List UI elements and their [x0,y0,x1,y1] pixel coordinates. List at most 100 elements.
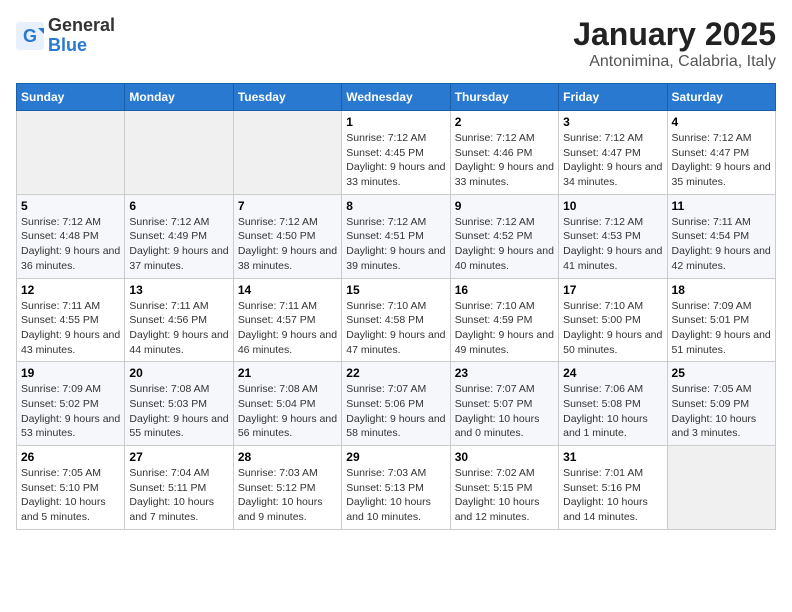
calendar-day-cell: 13 Sunrise: 7:11 AM Sunset: 4:56 PM Dayli… [125,278,233,362]
day-number: 29 [346,450,445,464]
day-info: Sunrise: 7:03 AM Sunset: 5:13 PM Dayligh… [346,466,445,525]
day-number: 5 [21,199,120,213]
day-info: Sunrise: 7:08 AM Sunset: 5:03 PM Dayligh… [129,382,228,441]
calendar-day-cell: 25Sunrise: 7:05 AM Sunset: 5:09 PM Dayli… [667,362,775,446]
day-number: 1 [346,115,445,129]
calendar-day-cell: 28 Sunrise: 7:03 AM Sunset: 5:12 PM Dayli… [233,446,341,530]
day-number: 13 [129,283,228,297]
day-number: 20 [129,366,228,380]
day-info: Sunrise: 7:01 AM Sunset: 5:16 PM Dayligh… [563,466,662,525]
day-number: 2 [455,115,554,129]
day-info: Sunrise: 7:12 AM Sunset: 4:47 PM Dayligh… [563,131,662,190]
calendar-day-cell: 31Sunrise: 7:01 AM Sunset: 5:16 PM Dayli… [559,446,667,530]
day-number: 28 [238,450,337,464]
day-info: Sunrise: 7:11 AM Sunset: 4:54 PM Dayligh… [672,215,771,274]
day-info: Sunrise: 7:10 AM Sunset: 4:58 PM Dayligh… [346,299,445,358]
day-number: 12 [21,283,120,297]
weekday-header-cell: Sunday [17,84,125,111]
day-number: 26 [21,450,120,464]
day-info: Sunrise: 7:02 AM Sunset: 5:15 PM Dayligh… [455,466,554,525]
day-number: 19 [21,366,120,380]
calendar-day-cell: 19Sunrise: 7:09 AM Sunset: 5:02 PM Dayli… [17,362,125,446]
logo-blue-text: Blue [48,35,87,55]
day-info: Sunrise: 7:11 AM Sunset: 4:56 PM Dayligh… [129,299,228,358]
weekday-header-cell: Monday [125,84,233,111]
weekday-header-cell: Friday [559,84,667,111]
day-number: 22 [346,366,445,380]
calendar-day-cell: 16Sunrise: 7:10 AM Sunset: 4:59 PM Dayli… [450,278,558,362]
month-title: January 2025 [573,16,776,53]
calendar-week-row: 5 Sunrise: 7:12 AM Sunset: 4:48 PM Daylig… [17,194,776,278]
day-info: Sunrise: 7:12 AM Sunset: 4:52 PM Dayligh… [455,215,554,274]
title-block: January 2025 Antonimina, Calabria, Italy [573,16,776,71]
calendar-week-row: 19Sunrise: 7:09 AM Sunset: 5:02 PM Dayli… [17,362,776,446]
day-number: 24 [563,366,662,380]
calendar-day-cell [667,446,775,530]
calendar-day-cell: 9 Sunrise: 7:12 AM Sunset: 4:52 PM Daylig… [450,194,558,278]
day-info: Sunrise: 7:12 AM Sunset: 4:49 PM Dayligh… [129,215,228,274]
day-info: Sunrise: 7:12 AM Sunset: 4:50 PM Dayligh… [238,215,337,274]
day-number: 15 [346,283,445,297]
logo-general-text: General [48,15,115,35]
calendar-day-cell: 18 Sunrise: 7:09 AM Sunset: 5:01 PM Dayli… [667,278,775,362]
day-info: Sunrise: 7:12 AM Sunset: 4:47 PM Dayligh… [672,131,771,190]
day-info: Sunrise: 7:05 AM Sunset: 5:10 PM Dayligh… [21,466,120,525]
calendar-week-row: 26 Sunrise: 7:05 AM Sunset: 5:10 PM Dayli… [17,446,776,530]
day-info: Sunrise: 7:12 AM Sunset: 4:53 PM Dayligh… [563,215,662,274]
day-info: Sunrise: 7:12 AM Sunset: 4:45 PM Dayligh… [346,131,445,190]
calendar-day-cell: 14Sunrise: 7:11 AM Sunset: 4:57 PM Dayli… [233,278,341,362]
day-number: 6 [129,199,228,213]
weekday-header-cell: Thursday [450,84,558,111]
day-info: Sunrise: 7:10 AM Sunset: 5:00 PM Dayligh… [563,299,662,358]
calendar-day-cell: 4 Sunrise: 7:12 AM Sunset: 4:47 PM Daylig… [667,111,775,195]
calendar-day-cell: 26 Sunrise: 7:05 AM Sunset: 5:10 PM Dayli… [17,446,125,530]
day-info: Sunrise: 7:07 AM Sunset: 5:07 PM Dayligh… [455,382,554,441]
day-number: 27 [129,450,228,464]
day-number: 17 [563,283,662,297]
weekday-header-row: SundayMondayTuesdayWednesdayThursdayFrid… [17,84,776,111]
svg-text:G: G [23,26,37,46]
day-number: 23 [455,366,554,380]
calendar-day-cell: 1 Sunrise: 7:12 AM Sunset: 4:45 PM Daylig… [342,111,450,195]
day-info: Sunrise: 7:04 AM Sunset: 5:11 PM Dayligh… [129,466,228,525]
weekday-header-cell: Tuesday [233,84,341,111]
day-number: 7 [238,199,337,213]
calendar-body: 1 Sunrise: 7:12 AM Sunset: 4:45 PM Daylig… [17,111,776,530]
day-number: 30 [455,450,554,464]
calendar-day-cell: 8 Sunrise: 7:12 AM Sunset: 4:51 PM Daylig… [342,194,450,278]
day-number: 14 [238,283,337,297]
day-number: 25 [672,366,771,380]
calendar-day-cell: 22 Sunrise: 7:07 AM Sunset: 5:06 PM Dayli… [342,362,450,446]
day-number: 8 [346,199,445,213]
calendar-day-cell: 10Sunrise: 7:12 AM Sunset: 4:53 PM Dayli… [559,194,667,278]
day-info: Sunrise: 7:12 AM Sunset: 4:51 PM Dayligh… [346,215,445,274]
calendar-day-cell: 24Sunrise: 7:06 AM Sunset: 5:08 PM Dayli… [559,362,667,446]
day-number: 11 [672,199,771,213]
day-number: 4 [672,115,771,129]
calendar-week-row: 12Sunrise: 7:11 AM Sunset: 4:55 PM Dayli… [17,278,776,362]
calendar-day-cell: 7 Sunrise: 7:12 AM Sunset: 4:50 PM Daylig… [233,194,341,278]
day-number: 9 [455,199,554,213]
day-number: 21 [238,366,337,380]
calendar-day-cell [233,111,341,195]
day-info: Sunrise: 7:12 AM Sunset: 4:46 PM Dayligh… [455,131,554,190]
calendar-day-cell [17,111,125,195]
calendar-day-cell: 20 Sunrise: 7:08 AM Sunset: 5:03 PM Dayli… [125,362,233,446]
day-info: Sunrise: 7:03 AM Sunset: 5:12 PM Dayligh… [238,466,337,525]
day-info: Sunrise: 7:12 AM Sunset: 4:48 PM Dayligh… [21,215,120,274]
day-info: Sunrise: 7:07 AM Sunset: 5:06 PM Dayligh… [346,382,445,441]
calendar-table: SundayMondayTuesdayWednesdayThursdayFrid… [16,83,776,530]
calendar-day-cell: 2 Sunrise: 7:12 AM Sunset: 4:46 PM Daylig… [450,111,558,195]
logo-icon: G [16,22,44,50]
weekday-header-cell: Wednesday [342,84,450,111]
calendar-day-cell: 12Sunrise: 7:11 AM Sunset: 4:55 PM Dayli… [17,278,125,362]
calendar-day-cell: 17 Sunrise: 7:10 AM Sunset: 5:00 PM Dayli… [559,278,667,362]
page-header: G General Blue January 2025 Antonimina, … [16,16,776,71]
calendar-day-cell: 11 Sunrise: 7:11 AM Sunset: 4:54 PM Dayli… [667,194,775,278]
calendar-day-cell: 5 Sunrise: 7:12 AM Sunset: 4:48 PM Daylig… [17,194,125,278]
calendar-day-cell: 30 Sunrise: 7:02 AM Sunset: 5:15 PM Dayli… [450,446,558,530]
day-number: 16 [455,283,554,297]
day-info: Sunrise: 7:09 AM Sunset: 5:01 PM Dayligh… [672,299,771,358]
calendar-day-cell: 21Sunrise: 7:08 AM Sunset: 5:04 PM Dayli… [233,362,341,446]
day-number: 18 [672,283,771,297]
